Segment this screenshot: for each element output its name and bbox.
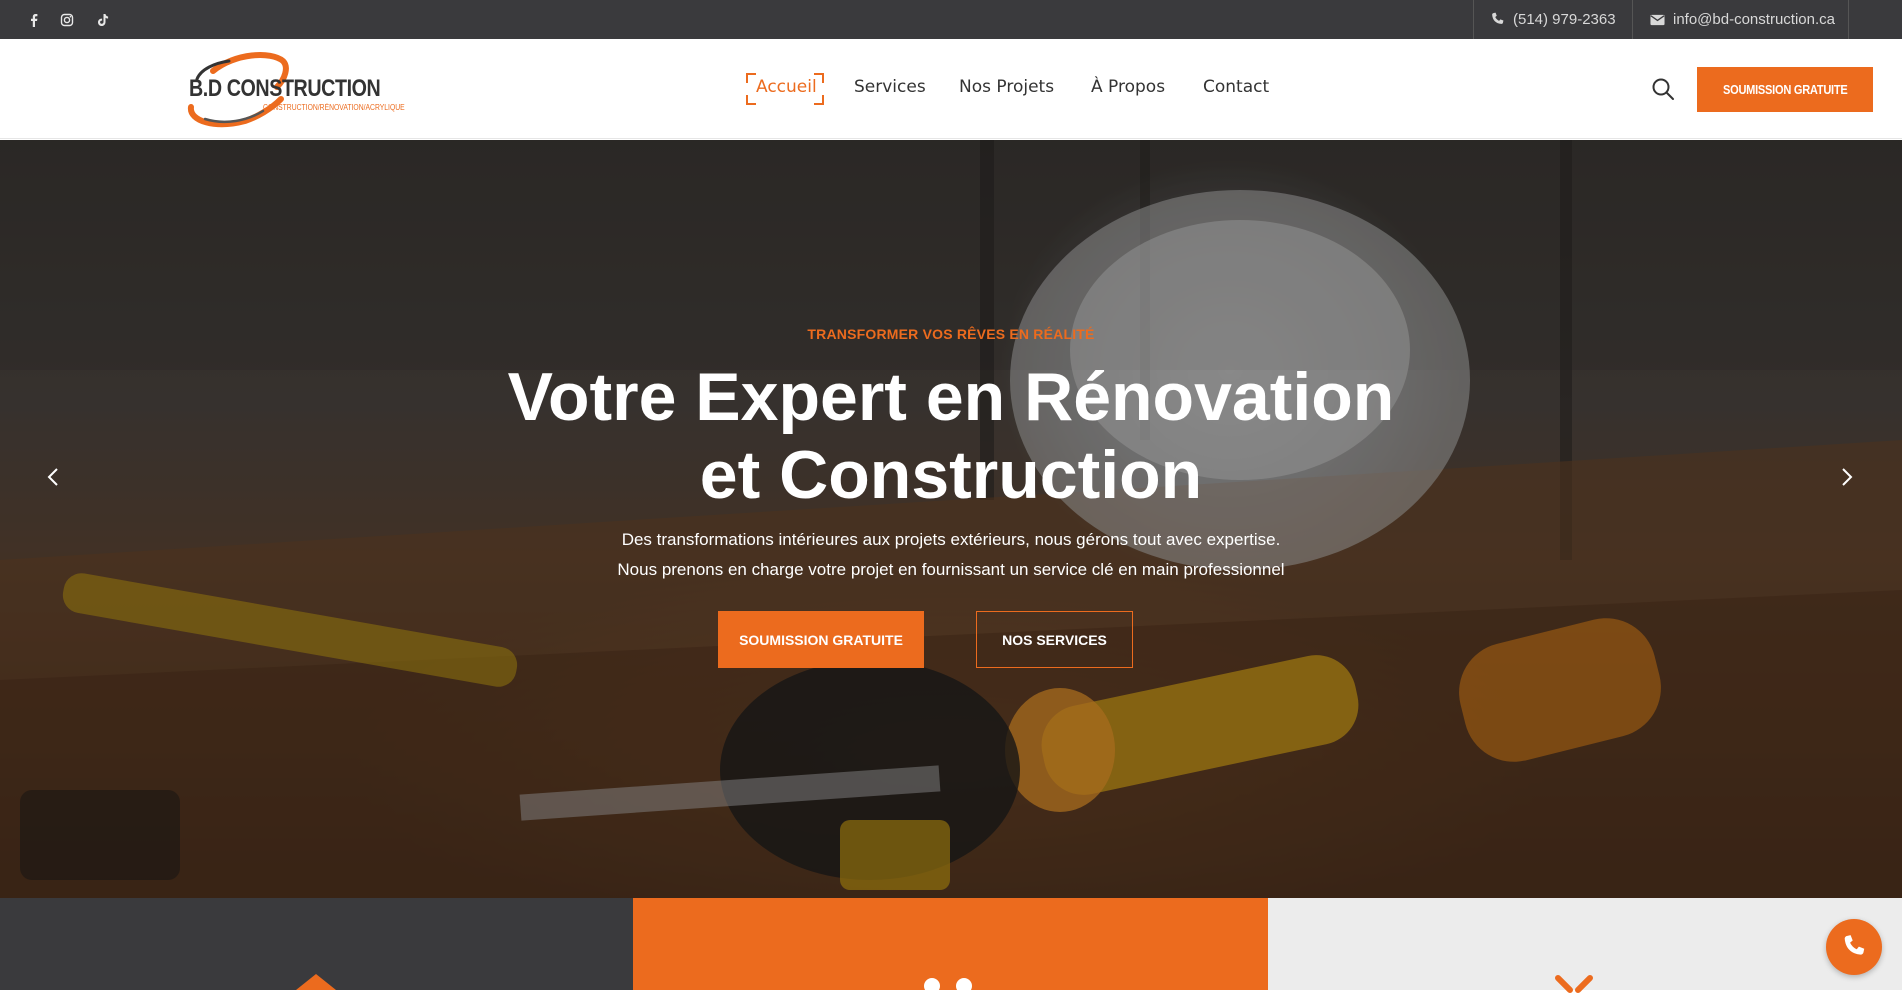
feature-card-3 [1268,898,1902,993]
facebook-icon[interactable] [27,13,41,27]
nav-accueil[interactable]: Accueil [756,77,817,97]
email-address: info@bd-construction.ca [1673,11,1835,28]
phone-icon [1844,935,1865,955]
instagram-icon[interactable] [60,13,74,27]
phone-number: (514) 979-2363 [1513,11,1616,28]
envelope-icon [1650,14,1665,25]
nav-contact[interactable]: Contact [1203,77,1269,97]
top-bar: (514) 979-2363 info@bd-construction.ca [0,0,1902,39]
hero-title: Votre Expert en Rénovation et Constructi… [0,358,1902,514]
header-quote-button[interactable]: SOUMISSION GRATUITE [1697,67,1873,112]
slider-prev-button[interactable] [38,462,68,492]
topbar-divider [1848,0,1849,39]
topbar-divider [1473,0,1474,39]
feature-card-2 [633,898,1268,994]
hero-subtitle-line-2: Nous prenons en charge votre projet en f… [617,560,1285,579]
nav-nos-projets[interactable]: Nos Projets [959,77,1054,97]
hero-title-line-2: et Construction [699,437,1203,513]
hero-quote-button[interactable]: SOUMISSION GRATUITE [718,611,924,668]
house-icon [296,974,336,990]
site-header: B.D CONSTRUCTION CONSTRUCTION/RÉNOVATION… [0,39,1902,139]
search-icon[interactable] [1651,77,1675,101]
phone-icon [1492,12,1504,24]
logo-wordmark: B.D CONSTRUCTION [189,75,381,102]
header-quote-label: SOUMISSION GRATUITE [1722,82,1848,97]
call-button[interactable] [1826,919,1882,975]
hero-overlay [0,140,1902,898]
nav-a-propos[interactable]: À Propos [1091,77,1165,97]
hero-slider: TRANSFORMER VOS RÊVES EN RÉALITÉ Votre E… [0,140,1902,898]
hero-subtitle-line-1: Des transformations intérieures aux proj… [621,530,1281,549]
topbar-divider [1632,0,1633,39]
phone-link[interactable]: (514) 979-2363 [1490,0,1616,39]
team-icon [924,978,972,994]
nav-services[interactable]: Services [854,77,926,97]
feature-card-1 [0,898,633,990]
company-logo[interactable]: B.D CONSTRUCTION CONSTRUCTION/RÉNOVATION… [185,49,425,131]
hero-kicker: TRANSFORMER VOS RÊVES EN RÉALITÉ [807,326,1095,342]
chevron-right-icon [1842,468,1853,486]
hero-subtitle: Des transformations intérieures aux proj… [0,525,1902,585]
email-link[interactable]: info@bd-construction.ca [1650,0,1835,39]
slider-next-button[interactable] [1832,462,1862,492]
hero-title-line-1: Votre Expert en Rénovation [507,359,1395,435]
logo-tagline: CONSTRUCTION/RÉNOVATION/ACRYLIQUE [263,103,405,112]
hero-services-button[interactable]: NOS SERVICES [976,611,1133,668]
tiktok-icon[interactable] [96,13,110,27]
chevron-left-icon [47,468,58,486]
tools-icon [1555,975,1593,993]
